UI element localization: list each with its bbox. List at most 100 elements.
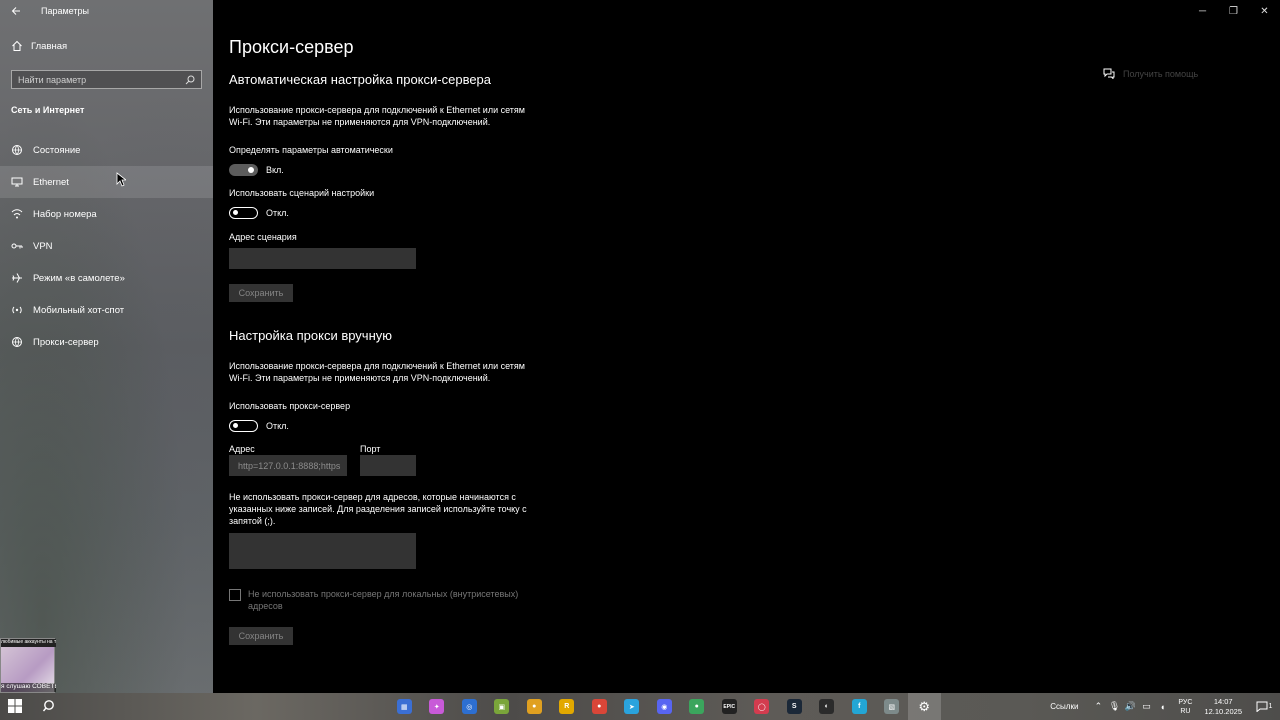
- language-indicator[interactable]: РУС RU: [1178, 698, 1192, 716]
- app-obs-icon: ◐: [819, 699, 835, 714]
- sidebar-item-label: VPN: [33, 240, 53, 252]
- auto-section-heading: Автоматическая настройка прокси-сервера: [229, 72, 492, 87]
- links-toolbar[interactable]: Ссылки: [1050, 702, 1078, 711]
- app-discord-icon: ◉: [656, 699, 672, 714]
- taskbar-app-button[interactable]: ●: [518, 693, 551, 720]
- globe-icon: [11, 336, 23, 348]
- taskbar-search-icon[interactable]: [42, 699, 56, 713]
- ethernet-icon: [11, 176, 23, 188]
- taskbar-app-button[interactable]: S: [778, 693, 811, 720]
- home-link[interactable]: Главная: [11, 40, 67, 52]
- proxy-port-input[interactable]: [360, 455, 416, 476]
- minimize-button[interactable]: ─: [1187, 0, 1218, 22]
- home-label: Главная: [31, 40, 68, 52]
- use-proxy-toggle-row: Откл.: [229, 420, 289, 432]
- sidebar-item-vpn[interactable]: VPN: [0, 230, 213, 262]
- detect-settings-toggle[interactable]: [229, 164, 258, 176]
- sidebar-item-hotspot[interactable]: Мобильный хот-спот: [0, 294, 213, 326]
- overlay-thumbnail: любимые аккаунты на теле я слушаю СОВЕТЫ: [0, 638, 56, 693]
- network-icon[interactable]: ▭: [1138, 701, 1154, 712]
- taskbar-app-button[interactable]: f: [843, 693, 876, 720]
- detect-settings-toggle-row: Вкл.: [229, 164, 284, 176]
- proxy-address-input[interactable]: http=127.0.0.1:8888;https: [229, 455, 347, 476]
- app-telegram-icon: ➤: [624, 699, 640, 714]
- windows-start-icon[interactable]: [8, 699, 22, 713]
- detect-settings-state: Вкл.: [266, 165, 284, 175]
- clock-time: 14:07: [1213, 696, 1233, 706]
- taskbar-app-button[interactable]: ⚙: [908, 693, 941, 720]
- close-button[interactable]: ✕: [1249, 0, 1280, 22]
- sidebar-item-ethernet[interactable]: Ethernet: [0, 166, 213, 198]
- notification-count: 1: [1268, 703, 1273, 710]
- app-calculator-icon: ▦: [396, 699, 412, 714]
- use-proxy-state: Откл.: [266, 421, 289, 431]
- setup-script-toggle[interactable]: [229, 207, 258, 219]
- help-label: Получить помощь: [1123, 68, 1199, 79]
- app-minecraft-icon: ▣: [494, 699, 510, 714]
- taskbar-app-button[interactable]: ▧: [876, 693, 909, 720]
- manual-section-description: Использование прокси-сервера для подключ…: [229, 361, 525, 383]
- taskbar-app-button[interactable]: ●: [583, 693, 616, 720]
- script-address-input[interactable]: [229, 248, 416, 269]
- taskbar-app-button[interactable]: ▣: [486, 693, 519, 720]
- microphone-icon[interactable]: 🎙: [1106, 701, 1122, 712]
- search-input[interactable]: Найти параметр: [11, 70, 202, 89]
- app-chrome3-icon: ●: [689, 699, 705, 714]
- sidebar-item-dialup[interactable]: Набор номера: [0, 198, 213, 230]
- vpn-icon: [11, 240, 23, 252]
- window-controls: ─ ❐ ✕: [1187, 0, 1280, 22]
- app-steam-icon: S: [786, 699, 802, 714]
- sidebar-item-airplane[interactable]: Режим «в самолете»: [0, 262, 213, 294]
- dialup-icon: [11, 208, 23, 220]
- back-arrow-icon: [11, 7, 20, 15]
- taskbar: ▦ ✦ ◎ ▣ ● R ● ➤ ◉ ● EPIC ◯ S ◐ f ▧ ⚙ Ссылки ⌃ 🎙 🔊 ▭ ◖ РУ…: [0, 693, 1280, 720]
- sidebar-item-status[interactable]: Состояние: [0, 134, 213, 166]
- sound-output-icon[interactable]: ◖: [1154, 702, 1170, 712]
- exceptions-input[interactable]: [229, 533, 416, 569]
- setup-script-toggle-row: Откл.: [229, 207, 289, 219]
- sidebar-item-label: Прокси-сервер: [33, 336, 99, 348]
- app-ubisoft-icon: ◎: [461, 699, 477, 714]
- local-addresses-label: Не использовать прокси-сервер для локаль…: [248, 589, 519, 611]
- maximize-button[interactable]: ❐: [1218, 0, 1249, 22]
- back-button[interactable]: [0, 0, 32, 22]
- chevron-up-icon[interactable]: ⌃: [1090, 701, 1106, 712]
- taskbar-app-button[interactable]: ✦: [421, 693, 454, 720]
- taskbar-app-button[interactable]: ●: [681, 693, 714, 720]
- sidebar-item-proxy[interactable]: Прокси-сервер: [0, 326, 213, 358]
- page-title: Прокси-сервер: [229, 37, 354, 57]
- app-opera-gx-icon: ◯: [754, 699, 770, 714]
- clock[interactable]: 14:07 12.10.2025: [1204, 697, 1242, 717]
- taskbar-app-button[interactable]: ➤: [616, 693, 649, 720]
- local-addresses-checkbox[interactable]: [229, 589, 241, 601]
- app-editor-icon: ▧: [884, 699, 900, 714]
- manual-save-button[interactable]: Сохранить: [229, 627, 293, 645]
- taskbar-app-button[interactable]: ◯: [746, 693, 779, 720]
- auto-save-button[interactable]: Сохранить: [229, 284, 293, 302]
- title-bar: Параметры: [0, 0, 213, 22]
- globe-status-icon: [11, 144, 23, 156]
- search-icon[interactable]: [185, 75, 195, 85]
- airplane-icon: [11, 272, 23, 284]
- notification-center-button[interactable]: 1: [1254, 701, 1274, 712]
- volume-icon[interactable]: 🔊: [1122, 701, 1138, 712]
- sidebar-item-label: Ethernet: [33, 176, 69, 188]
- mouse-cursor-icon: [116, 172, 126, 187]
- taskbar-app-button[interactable]: ▦: [388, 693, 421, 720]
- taskbar-app-button[interactable]: EPIC: [713, 693, 746, 720]
- sidebar-item-label: Режим «в самолете»: [33, 272, 125, 284]
- taskbar-app-button[interactable]: R: [551, 693, 584, 720]
- taskbar-app-button[interactable]: ◐: [811, 693, 844, 720]
- language-top: РУС: [1178, 698, 1193, 706]
- taskbar-app-button[interactable]: ◎: [453, 693, 486, 720]
- section-title: Сеть и Интернет: [11, 105, 85, 115]
- setup-script-label: Использовать сценарий настройки: [229, 188, 375, 198]
- sidebar-item-label: Состояние: [33, 144, 81, 156]
- taskbar-app-button[interactable]: ◉: [648, 693, 681, 720]
- use-proxy-label: Использовать прокси-сервер: [229, 401, 351, 411]
- sidebar-item-label: Мобильный хот-спот: [33, 304, 125, 316]
- home-icon: [12, 40, 22, 51]
- use-proxy-toggle[interactable]: [229, 420, 258, 432]
- local-addresses-checkbox-row: Не использовать прокси-сервер для локаль…: [229, 588, 539, 612]
- get-help-link[interactable]: Получить помощь: [1103, 68, 1198, 79]
